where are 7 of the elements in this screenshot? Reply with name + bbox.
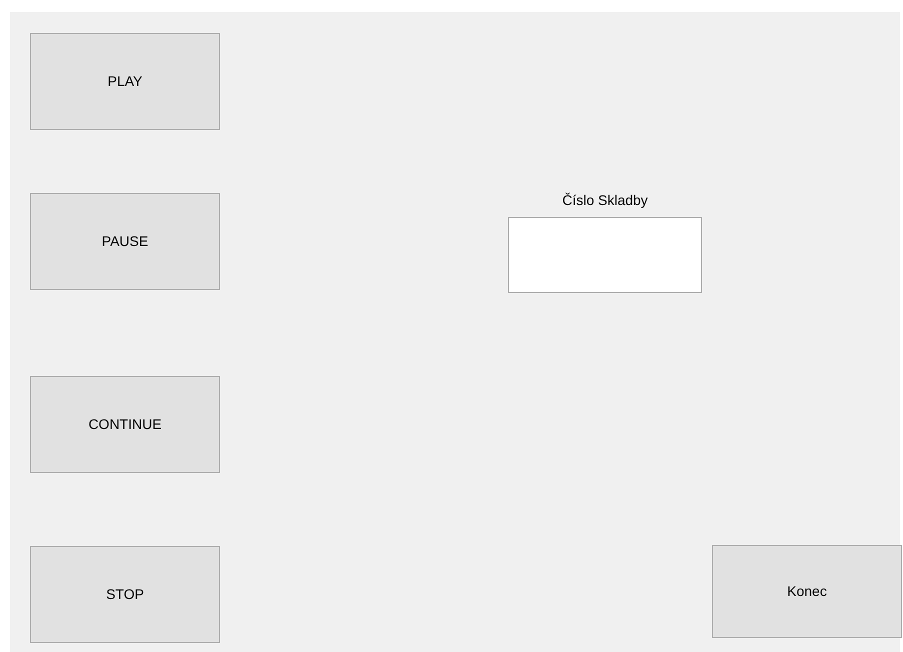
control-button[interactable]: CONTINUE [30, 376, 220, 473]
control-button[interactable]: PAUSE [30, 193, 220, 290]
control-button[interactable]: PLAY [30, 33, 220, 130]
control-button[interactable]: STOP [30, 546, 220, 643]
field-label: Číslo Skladby [561, 191, 649, 210]
input-field[interactable] [508, 217, 702, 293]
exit-button[interactable]: Konec [712, 545, 902, 638]
